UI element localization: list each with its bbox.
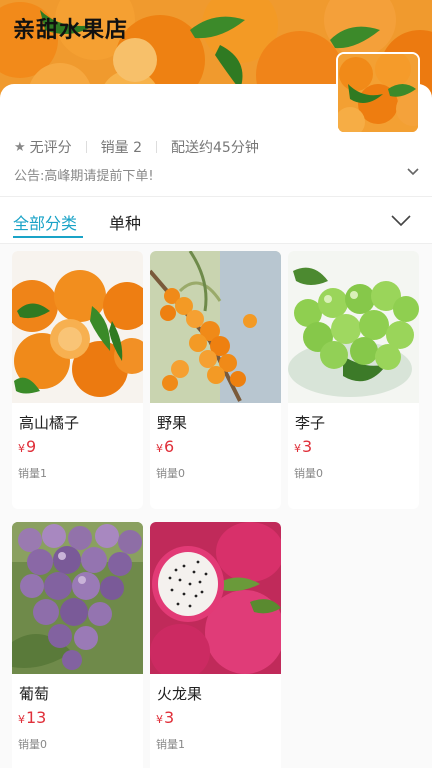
product-sales: 销量0: [156, 467, 185, 480]
product-price: ¥6: [156, 437, 175, 456]
category-tabs: 全部分类 单种: [0, 196, 432, 244]
shop-sales: 销量 2: [100, 140, 143, 156]
product-card[interactable]: 高山橘子 ¥9 销量1: [12, 251, 143, 509]
product-name: 高山橘子: [19, 414, 80, 432]
shop-notice[interactable]: 公告:高峰期请提前下单!: [14, 165, 154, 184]
product-sales: 销量0: [18, 738, 47, 751]
tab-single[interactable]: 单种: [109, 210, 141, 234]
product-card[interactable]: 野果 ¥6 销量0: [150, 251, 281, 509]
shop-logo[interactable]: [336, 52, 420, 134]
shop-name: 亲甜水果店: [13, 18, 129, 43]
active-tab-indicator: [13, 236, 83, 238]
expand-categories-icon[interactable]: [390, 209, 412, 231]
product-price: ¥13: [18, 708, 47, 727]
tab-all-categories[interactable]: 全部分类: [13, 210, 77, 234]
product-image[interactable]: [150, 522, 281, 674]
chevron-down-icon[interactable]: [406, 165, 420, 179]
product-price: ¥3: [156, 708, 175, 727]
product-price: ¥9: [18, 437, 37, 456]
product-card[interactable]: 火龙果 ¥3 销量1: [150, 522, 281, 768]
product-image[interactable]: [12, 251, 143, 403]
divider: [85, 141, 87, 153]
product-image[interactable]: [12, 522, 143, 674]
product-name: 野果: [157, 414, 188, 432]
product-name: 火龙果: [157, 685, 203, 703]
product-price: ¥3: [294, 437, 313, 456]
shop-stats: ★ 无评分 销量 2 配送约45分钟: [14, 137, 259, 157]
product-name: 葡萄: [19, 685, 50, 703]
rating-text: 无评分: [29, 140, 72, 156]
product-image[interactable]: [288, 251, 419, 403]
divider: [156, 141, 158, 153]
product-card[interactable]: 李子 ¥3 销量0: [288, 251, 419, 509]
product-sales: 销量1: [18, 467, 47, 480]
product-sales: 销量1: [156, 738, 185, 751]
product-sales: 销量0: [294, 467, 323, 480]
product-name: 李子: [295, 414, 326, 432]
product-image[interactable]: [150, 251, 281, 403]
product-grid: 高山橘子 ¥9 销量1 野果 ¥6 销量0 李子 ¥3 销量0 葡萄 ¥13 销…: [0, 244, 432, 768]
star-icon: ★: [14, 139, 26, 155]
product-card[interactable]: 葡萄 ¥13 销量0: [12, 522, 143, 768]
delivery-time: 配送约45分钟: [171, 140, 259, 156]
